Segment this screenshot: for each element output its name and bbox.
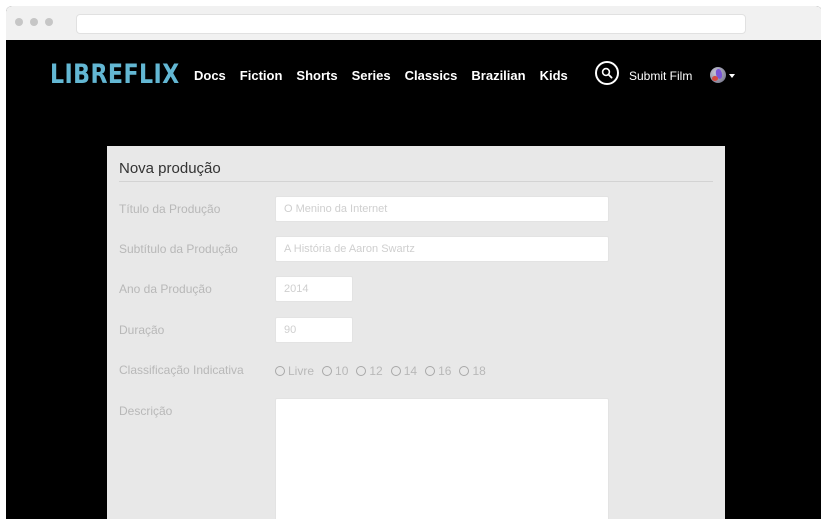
window-dot-icon[interactable] bbox=[30, 18, 38, 26]
titulo-label: Título da Produção bbox=[119, 202, 221, 216]
ano-input[interactable] bbox=[275, 276, 353, 302]
radio-option-14[interactable]: 14 bbox=[390, 364, 418, 378]
radio-option-livre[interactable]: Livre bbox=[275, 364, 314, 378]
radio-option-label: 12 bbox=[369, 364, 383, 378]
radio-option-10[interactable]: 10 bbox=[322, 364, 348, 378]
globe-icon bbox=[710, 67, 726, 83]
nav-link-fiction[interactable]: Fiction bbox=[240, 68, 283, 83]
radio-option-label: 10 bbox=[335, 364, 349, 378]
radio-option-label: Livre bbox=[288, 364, 315, 378]
classificacao-label: Classificação Indicativa bbox=[119, 363, 244, 377]
field-row-ano: Ano da Produção bbox=[119, 276, 713, 304]
search-icon bbox=[601, 67, 613, 79]
radio-option-label: 14 bbox=[403, 364, 418, 378]
radio-circle-icon[interactable] bbox=[425, 366, 436, 376]
nav-link-classics[interactable]: Classics bbox=[405, 68, 458, 83]
duracao-input[interactable] bbox=[275, 317, 353, 343]
field-row-descricao: Descrição bbox=[119, 398, 713, 519]
field-row-titulo: Título da Produção bbox=[119, 196, 713, 224]
radio-option-label: 18 bbox=[472, 364, 486, 378]
radio-option-16[interactable]: 16 bbox=[425, 364, 451, 378]
classificacao-radio-group: Livre 10 12 14 16 18 bbox=[275, 359, 486, 383]
form-title: Nova produção bbox=[119, 160, 221, 177]
browser-toolbar bbox=[6, 6, 821, 41]
radio-circle-icon[interactable] bbox=[322, 366, 333, 376]
app-content: LIBREFLIX Docs Fiction Shorts Series Cla… bbox=[6, 40, 821, 519]
nav-link-series[interactable]: Series bbox=[352, 68, 391, 83]
brand-logo[interactable]: LIBREFLIX bbox=[50, 60, 180, 90]
title-divider bbox=[119, 181, 713, 182]
titulo-input[interactable] bbox=[275, 196, 609, 222]
browser-window: LIBREFLIX Docs Fiction Shorts Series Cla… bbox=[6, 6, 821, 519]
radio-circle-icon[interactable] bbox=[459, 366, 470, 376]
address-bar[interactable] bbox=[76, 14, 746, 34]
nav-link-kids[interactable]: Kids bbox=[540, 68, 568, 83]
ano-label: Ano da Produção bbox=[119, 282, 212, 296]
duracao-label: Duração bbox=[119, 323, 165, 337]
subtitulo-input[interactable] bbox=[275, 236, 609, 262]
caret-down-icon bbox=[729, 74, 735, 78]
production-form-panel: Nova produção Título da Produção Subtítu… bbox=[107, 146, 725, 519]
field-row-duracao: Duração bbox=[119, 317, 713, 345]
navbar: LIBREFLIX Docs Fiction Shorts Series Cla… bbox=[6, 40, 821, 110]
subtitulo-label: Subtítulo da Produção bbox=[119, 242, 238, 256]
nav-link-docs[interactable]: Docs bbox=[194, 68, 226, 83]
field-row-classificacao: Classificação Indicativa Livre 10 12 14 … bbox=[119, 357, 713, 385]
search-button[interactable] bbox=[595, 61, 619, 85]
submit-film-link[interactable]: Submit Film bbox=[629, 69, 692, 83]
nav-links: Docs Fiction Shorts Series Classics Braz… bbox=[194, 62, 568, 88]
radio-option-12[interactable]: 12 bbox=[356, 364, 383, 378]
window-dot-icon[interactable] bbox=[45, 18, 53, 26]
descricao-label: Descrição bbox=[119, 404, 173, 418]
radio-circle-icon[interactable] bbox=[275, 366, 285, 376]
field-row-subtitulo: Subtítulo da Produção bbox=[119, 236, 713, 264]
radio-option-label: 16 bbox=[438, 364, 452, 378]
language-menu[interactable] bbox=[710, 67, 735, 83]
window-dot-icon[interactable] bbox=[15, 18, 23, 26]
radio-circle-icon[interactable] bbox=[356, 366, 367, 376]
radio-option-18[interactable]: 18 bbox=[459, 364, 486, 378]
nav-link-brazilian[interactable]: Brazilian bbox=[471, 68, 525, 83]
radio-circle-icon[interactable] bbox=[390, 366, 401, 376]
descricao-textarea[interactable] bbox=[275, 398, 609, 519]
nav-link-shorts[interactable]: Shorts bbox=[296, 68, 337, 83]
